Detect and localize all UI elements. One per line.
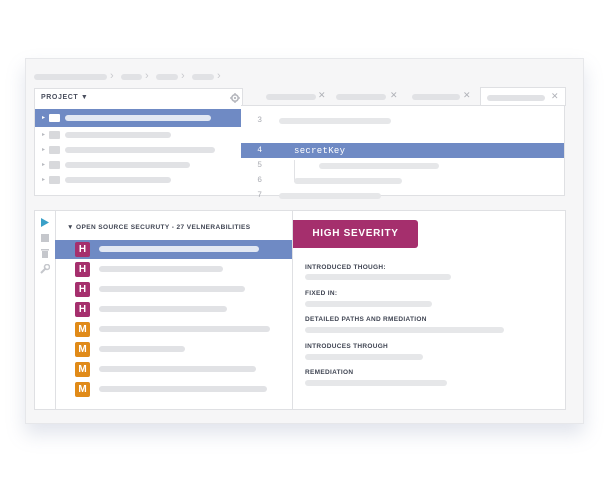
- line-number: 5: [257, 161, 262, 170]
- remediation-label: REMEDIATION: [305, 369, 354, 376]
- severity-badge-high: H: [75, 302, 90, 317]
- folder-icon: [49, 161, 60, 169]
- folder-icon: [49, 146, 60, 154]
- play-icon[interactable]: [40, 218, 49, 227]
- folder-icon: [49, 176, 60, 184]
- vulnerability-list: ▼ OPEN SOURCE SECURUTY - 27 VELNERABILIT…: [55, 211, 293, 409]
- tab-label: [266, 94, 316, 100]
- vulnerability-label: [99, 246, 259, 252]
- detail-value: [305, 327, 504, 333]
- trash-icon[interactable]: [41, 248, 49, 258]
- vulnerability-row[interactable]: M: [55, 380, 292, 399]
- tree-expand-icon[interactable]: ▸: [42, 161, 45, 168]
- detailed-paths-label: DETAILED PATHS AND RMEDIATION: [305, 316, 427, 323]
- severity-badge-medium: M: [75, 322, 90, 337]
- close-icon[interactable]: ✕: [463, 90, 471, 101]
- line-number: 4: [257, 146, 262, 155]
- tree-expand-icon[interactable]: ▸: [42, 114, 45, 121]
- vulnerability-label: [99, 286, 245, 292]
- chevron-right-icon: ›: [217, 70, 221, 82]
- caret-down-icon[interactable]: ▼: [67, 224, 76, 231]
- detail-value: [305, 354, 423, 360]
- code-editor[interactable]: 3 4 secretKey 5 6 7: [241, 105, 565, 200]
- folder-icon: [49, 114, 60, 122]
- vulnerability-label: [99, 326, 270, 332]
- severity-badge-medium: M: [75, 362, 90, 377]
- line-number: 7: [257, 191, 262, 200]
- caret-down-icon[interactable]: ▼: [81, 94, 89, 101]
- tab-label: [336, 94, 386, 100]
- vulnerability-row[interactable]: M: [55, 360, 292, 379]
- introduces-through-label: INTRODUCES THROUGH: [305, 343, 389, 350]
- chevron-right-icon: ›: [110, 70, 114, 82]
- severity-badge-high: H: [75, 242, 90, 257]
- code-token-secret-key: secretKey: [294, 146, 346, 156]
- code-line: [294, 178, 402, 184]
- vulnerability-row[interactable]: H: [55, 280, 292, 299]
- close-icon[interactable]: ✕: [551, 91, 559, 102]
- code-line: [319, 163, 439, 169]
- vulnerability-row[interactable]: H: [55, 260, 292, 279]
- vulnerability-list-title: OPEN SOURCE SECURUTY - 27 VELNERABILITIE…: [76, 224, 251, 231]
- detail-value: [305, 380, 447, 386]
- chevron-right-icon: ›: [181, 70, 185, 82]
- vulnerability-row-selected[interactable]: H: [55, 240, 292, 259]
- vulnerability-label: [99, 266, 223, 272]
- vulnerability-label: [99, 366, 256, 372]
- vulnerability-row[interactable]: M: [55, 340, 292, 359]
- severity-banner: HIGH SEVERITY: [293, 220, 418, 248]
- code-line: [279, 193, 381, 199]
- tree-expand-icon[interactable]: ▸: [42, 176, 45, 183]
- tree-expand-icon[interactable]: ▸: [42, 131, 45, 138]
- project-panel-header[interactable]: PROJECT ▼: [41, 94, 88, 101]
- breadcrumb-item[interactable]: [121, 74, 142, 80]
- gear-icon[interactable]: [230, 93, 240, 103]
- tree-item-label: [65, 132, 171, 138]
- vulnerability-details: HIGH SEVERITY INTRODUCED THOUGH: FIXED I…: [293, 211, 565, 409]
- detail-value: [305, 301, 432, 307]
- editor-tab-active[interactable]: ✕: [480, 87, 566, 106]
- vulnerability-label: [99, 306, 227, 312]
- side-toolbar: [35, 211, 56, 409]
- ide-window: › › › › PROJECT ▼ ▸ ▸ ▸ ▸ ▸ ✕ ✕ ✕ ✕ 3 4 …: [25, 58, 584, 424]
- stop-icon[interactable]: [41, 234, 49, 242]
- vulnerability-row[interactable]: H: [55, 300, 292, 319]
- chevron-right-icon: ›: [145, 70, 149, 82]
- tab-label: [412, 94, 460, 100]
- vulnerability-label: [99, 346, 185, 352]
- breadcrumb-item[interactable]: [192, 74, 214, 80]
- line-number: 6: [257, 176, 262, 185]
- severity-badge-high: H: [75, 282, 90, 297]
- project-panel: PROJECT ▼ ▸ ▸ ▸ ▸ ▸: [34, 88, 243, 196]
- project-panel-title: PROJECT: [41, 94, 79, 101]
- severity-badge-medium: M: [75, 342, 90, 357]
- breadcrumb-item[interactable]: [34, 74, 107, 80]
- security-tool-window: ▼ OPEN SOURCE SECURUTY - 27 VELNERABILIT…: [34, 210, 566, 410]
- code-line: [279, 118, 391, 124]
- fixed-in-label: FIXED IN:: [305, 290, 338, 297]
- vulnerability-label: [99, 386, 267, 392]
- vulnerability-list-header[interactable]: ▼ OPEN SOURCE SECURUTY - 27 VELNERABILIT…: [67, 224, 251, 231]
- highlighted-code-line[interactable]: 4: [241, 143, 564, 158]
- tree-item-selected[interactable]: ▸: [35, 109, 241, 127]
- line-number: 3: [257, 116, 262, 125]
- vulnerability-row[interactable]: M: [55, 320, 292, 339]
- severity-badge-medium: M: [75, 382, 90, 397]
- tree-item-label: [65, 177, 171, 183]
- tree-expand-icon[interactable]: ▸: [42, 146, 45, 153]
- close-icon[interactable]: ✕: [318, 90, 326, 101]
- tree-item-label: [65, 162, 190, 168]
- introduced-though-label: INTRODUCED THOUGH:: [305, 264, 386, 271]
- tree-item-label: [65, 115, 211, 121]
- detail-value: [305, 274, 451, 280]
- wrench-icon[interactable]: [40, 264, 50, 274]
- tab-label: [487, 95, 545, 101]
- severity-badge-high: H: [75, 262, 90, 277]
- tree-item-label: [65, 147, 215, 153]
- close-icon[interactable]: ✕: [390, 90, 398, 101]
- breadcrumb-item[interactable]: [156, 74, 178, 80]
- folder-icon: [49, 131, 60, 139]
